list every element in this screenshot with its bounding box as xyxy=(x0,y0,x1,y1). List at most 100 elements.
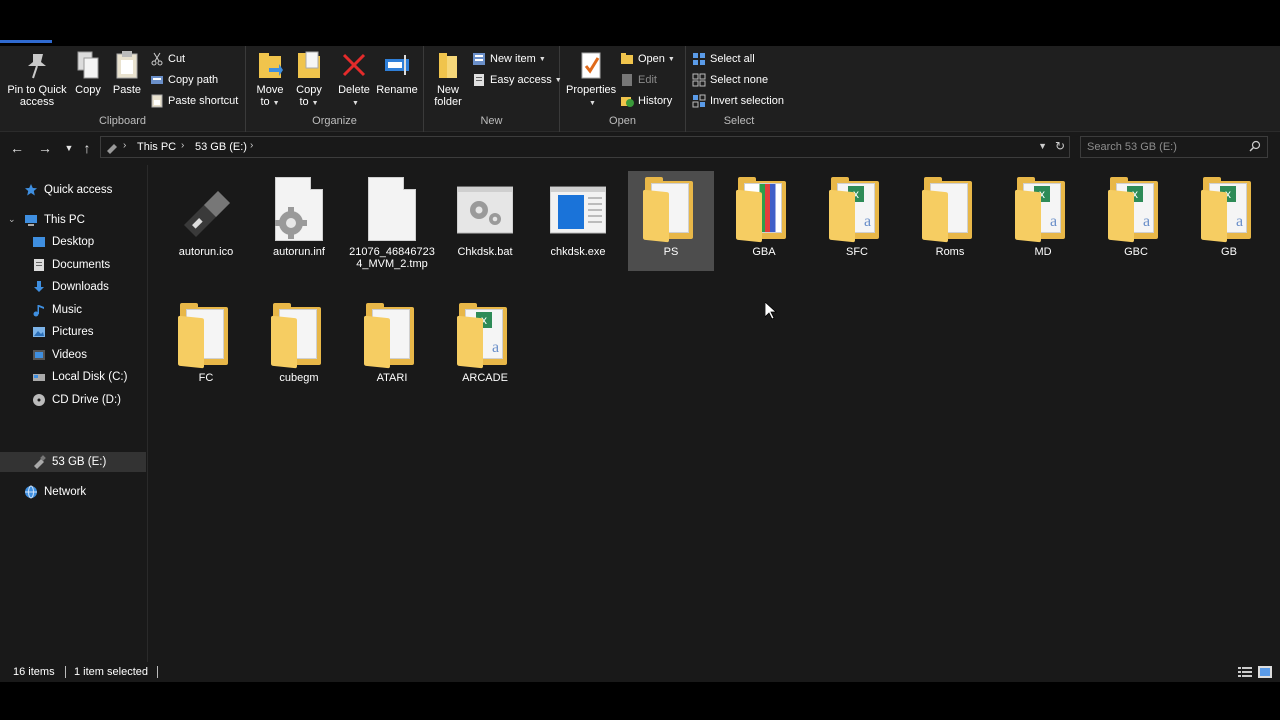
search-icon xyxy=(1249,140,1261,152)
select-none-icon xyxy=(692,73,706,87)
file-item[interactable]: 21076_468467234_MVM_2.tmp xyxy=(349,171,435,271)
address-dropdown-chevron-icon[interactable]: ▼ xyxy=(1038,141,1047,151)
file-item[interactable]: PS xyxy=(628,171,714,271)
file-item[interactable]: chkdsk.exe xyxy=(535,171,621,271)
paste-shortcut-button[interactable]: Paste shortcut xyxy=(150,92,238,110)
sidebar-item-network[interactable]: Network xyxy=(0,482,146,502)
address-bar[interactable]: › This PC › 53 GB (E:) › ▼ ↻ xyxy=(100,136,1070,158)
sidebar-item-desktop[interactable]: Desktop xyxy=(0,232,146,252)
file-item[interactable]: GBA xyxy=(721,171,807,271)
paste-button[interactable]: Paste xyxy=(110,50,144,96)
breadcrumb-drive-e[interactable]: 53 GB (E:) xyxy=(195,141,247,153)
details-view-icon[interactable] xyxy=(1238,666,1252,678)
open-group-label: Open xyxy=(609,115,636,127)
new-item-button[interactable]: New item ▼ xyxy=(472,50,546,68)
file-name: MD xyxy=(1034,246,1052,258)
organize-group: Move to ▼ Copy to ▼ Delete ▼ Rename Orga… xyxy=(246,46,424,132)
file-item[interactable]: autorun.inf xyxy=(256,171,342,271)
ribbon-tab-home[interactable] xyxy=(0,40,52,43)
new-folder-button[interactable]: New folder xyxy=(430,50,466,108)
sidebar-item-quick-access[interactable]: Quick access xyxy=(0,180,146,200)
select-group: Select all Select none Invert selection … xyxy=(686,46,792,132)
file-item[interactable]: ATARI xyxy=(349,297,435,397)
new-folder-icon xyxy=(435,50,461,80)
properties-button[interactable]: Properties ▼ xyxy=(566,50,616,110)
file-explorer-window: Pin to Quick access Copy Paste Cut Copy … xyxy=(0,40,1280,682)
svg-text:a: a xyxy=(492,339,499,356)
copy-path-button[interactable]: Copy path xyxy=(150,71,218,89)
sidebar-item-label: CD Drive (D:) xyxy=(52,394,121,406)
file-name: GBA xyxy=(752,246,776,258)
usb-drive-icon xyxy=(32,455,46,469)
move-to-button[interactable]: Move to ▼ xyxy=(252,50,288,110)
open-button[interactable]: Open ▼ xyxy=(620,50,675,68)
copy-button[interactable]: Copy xyxy=(72,50,104,96)
usb-drive-icon xyxy=(178,177,234,243)
properties-icon xyxy=(578,50,604,80)
settings-file-icon xyxy=(271,177,327,243)
file-item[interactable]: cubegm xyxy=(256,297,342,397)
navigation-bar: ← → ▼ ↑ › This PC › 53 GB (E:) › ▼ ↻ xyxy=(0,133,1280,163)
large-icons-view-icon[interactable] xyxy=(1258,666,1272,678)
pin-to-quick-access-button[interactable]: Pin to Quick access xyxy=(4,50,70,108)
svg-text:a: a xyxy=(864,213,871,230)
file-item[interactable]: xa ARCADE xyxy=(442,297,528,397)
svg-text:a: a xyxy=(1143,213,1150,230)
forward-arrow-icon[interactable]: → xyxy=(36,139,54,157)
breadcrumb-separator-icon: › xyxy=(181,140,185,151)
file-item[interactable]: xa MD xyxy=(1000,171,1086,271)
breadcrumb-separator-icon: › xyxy=(123,140,127,151)
file-item[interactable]: xa SFC xyxy=(814,171,900,271)
copy-path-label: Copy path xyxy=(168,74,219,86)
cut-button[interactable]: Cut xyxy=(150,50,185,68)
sidebar-item-drive-e[interactable]: 53 GB (E:) xyxy=(0,452,146,472)
select-all-button[interactable]: Select all xyxy=(692,50,755,68)
chevron-down-icon[interactable]: ⌄ xyxy=(8,214,16,225)
file-item[interactable]: FC xyxy=(163,297,249,397)
sidebar-item-music[interactable]: Music xyxy=(0,300,146,320)
easy-access-button[interactable]: Easy access ▼ xyxy=(472,71,562,89)
sidebar-item-this-pc[interactable]: ⌄ This PC xyxy=(0,210,146,230)
invert-selection-button[interactable]: Invert selection xyxy=(692,92,784,110)
history-button[interactable]: History xyxy=(620,92,672,110)
pictures-icon xyxy=(32,325,46,339)
history-label: History xyxy=(638,95,673,107)
sidebar-item-documents[interactable]: Documents xyxy=(0,255,146,275)
sidebar-item-downloads[interactable]: Downloads xyxy=(0,277,146,297)
copy-to-button[interactable]: Copy to ▼ xyxy=(292,50,326,110)
sidebar-item-pictures[interactable]: Pictures xyxy=(0,322,146,342)
file-name: GBC xyxy=(1124,246,1148,258)
sidebar-item-cd-drive-d[interactable]: CD Drive (D:) xyxy=(0,390,146,410)
copy-to-label-line2: to xyxy=(299,96,309,108)
sidebar-item-label: Downloads xyxy=(52,281,109,293)
folder-icon: xa xyxy=(1108,177,1164,243)
file-item[interactable]: Roms xyxy=(907,171,993,271)
recent-locations-chevron-icon[interactable]: ▼ xyxy=(60,139,78,157)
new-item-label: New item xyxy=(490,53,536,65)
delete-button[interactable]: Delete ▼ xyxy=(334,50,374,110)
file-item[interactable]: Chkdsk.bat xyxy=(442,171,528,271)
sidebar-item-videos[interactable]: Videos xyxy=(0,345,146,365)
back-arrow-icon[interactable]: ← xyxy=(8,139,26,157)
search-box[interactable] xyxy=(1080,136,1268,158)
breadcrumb-this-pc[interactable]: This PC xyxy=(137,141,176,153)
documents-icon xyxy=(32,258,46,272)
file-item[interactable]: xa GBC xyxy=(1093,171,1179,271)
rename-button[interactable]: Rename xyxy=(376,50,418,96)
file-item[interactable]: xa GB xyxy=(1186,171,1272,271)
folder-icon xyxy=(271,303,327,369)
move-to-icon xyxy=(257,50,283,80)
search-input[interactable] xyxy=(1087,140,1247,154)
file-name: autorun.ico xyxy=(178,246,234,258)
rename-icon xyxy=(384,50,410,80)
edit-button[interactable]: Edit xyxy=(620,71,657,89)
refresh-icon[interactable]: ↻ xyxy=(1055,139,1065,153)
sidebar-item-local-disk-c[interactable]: Local Disk (C:) xyxy=(0,367,146,387)
pin-label-line1: Pin to Quick xyxy=(7,84,67,96)
select-all-icon xyxy=(692,52,706,66)
file-item[interactable]: autorun.ico xyxy=(163,171,249,271)
new-folder-label-line1: New xyxy=(436,84,459,96)
select-none-button[interactable]: Select none xyxy=(692,71,768,89)
file-name: ATARI xyxy=(376,372,408,384)
up-arrow-icon[interactable]: ↑ xyxy=(78,139,96,157)
